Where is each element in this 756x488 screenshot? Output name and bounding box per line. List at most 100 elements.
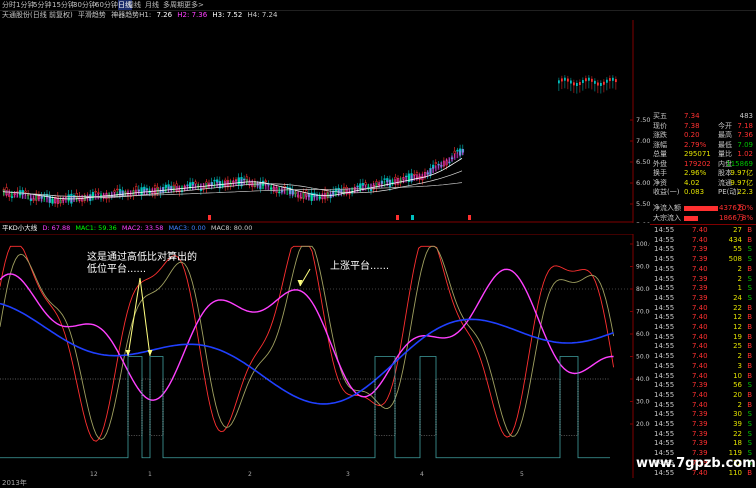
candle: [410, 168, 413, 184]
tick-direction: B: [747, 313, 752, 322]
candle: [116, 185, 119, 198]
ma-short-line: [2, 158, 463, 200]
low-platform-text-2: 低位平台......: [87, 264, 147, 275]
tick-direction: S: [747, 420, 752, 428]
tick-direction: B: [747, 400, 752, 409]
candle: [305, 188, 308, 200]
candle: [576, 80, 578, 94]
candle: [191, 178, 195, 191]
tick-volume: 10: [733, 371, 742, 380]
candle: [288, 183, 292, 199]
candle: [253, 178, 257, 189]
tick-row: 14:55 7.40 434 B: [650, 236, 756, 245]
tick-volume: 27: [733, 226, 742, 234]
candle: [453, 147, 456, 160]
tick-volume: 18: [733, 439, 742, 448]
tick-volume: 2: [737, 264, 742, 273]
tick-time: 14:55: [654, 400, 675, 409]
candle: [186, 181, 189, 191]
candle: [275, 185, 278, 197]
tick-row: 14:55 7.40 25 B: [650, 342, 756, 351]
quote-label: 涨跌: [653, 131, 667, 139]
candle: [35, 190, 38, 206]
candle: [27, 190, 30, 200]
candle: [18, 185, 22, 199]
quote-panel: 买五 7.34 483 现价 7.38 今开 7.18 涨跌 0.20 最高 7.36 涨幅 2.79%…: [650, 112, 756, 487]
price-axis-label: 5.50: [636, 200, 650, 208]
tick-direction: B: [747, 332, 752, 341]
period-tab[interactable]: 60分钟: [95, 0, 118, 10]
quote-label: 涨幅: [653, 140, 667, 149]
tick-volume: 2: [737, 352, 742, 361]
period-tab[interactable]: 周线: [127, 0, 141, 10]
candle: [426, 170, 429, 179]
tick-volume: 2: [737, 400, 742, 409]
candle: [570, 77, 572, 92]
kdj-mac8: MAC8: 80.00: [210, 224, 253, 232]
candle: [143, 184, 146, 196]
tick-price: 7.39: [692, 245, 708, 254]
period-tab[interactable]: 5分钟: [33, 0, 51, 10]
date-axis-label: 2: [248, 471, 252, 478]
tick-volume: 434: [728, 235, 742, 244]
tick-volume: 55: [733, 245, 742, 254]
period-tab[interactable]: 1分钟: [16, 0, 34, 10]
tick-row: 14:55 7.39 55 S: [650, 245, 756, 254]
period-tab[interactable]: 15分钟: [52, 0, 75, 10]
quote-row: 买五 7.34 483: [650, 112, 756, 121]
period-tab[interactable]: 多周期: [163, 0, 184, 10]
quote-value: 0.20: [684, 131, 700, 139]
candle: [434, 159, 438, 172]
tick-price: 7.40: [692, 361, 708, 370]
period-tab[interactable]: 30分钟: [73, 0, 96, 10]
indicator-axis-label: 80.00: [636, 286, 650, 293]
tick-direction: B: [747, 371, 752, 380]
tick-volume: 25: [733, 342, 742, 351]
candle: [245, 173, 249, 186]
quote-label: 现价: [653, 121, 667, 130]
tick-price: 7.39: [692, 420, 708, 428]
quote-row: 收益(一) 0.083 PE(动) 22.3: [650, 188, 756, 197]
tick-direction: B: [747, 264, 752, 273]
candle: [375, 179, 378, 193]
candle: [202, 182, 205, 193]
candle: [415, 170, 419, 182]
candle: [67, 190, 70, 206]
tick-price: 7.40: [692, 235, 708, 244]
flow-bar: [684, 215, 698, 221]
platform-dotted-line: [0, 378, 610, 436]
quote-label: 换手: [653, 169, 667, 177]
date-axis-label: 1: [148, 471, 152, 478]
tick-price: 7.39: [692, 284, 708, 293]
candle: [391, 177, 394, 187]
candle: [456, 147, 459, 159]
date-axis-label: 12: [90, 471, 98, 478]
tick-row: 14:55 7.39 24 S: [650, 294, 756, 303]
tick-price: 7.39: [692, 410, 708, 419]
kdj-info-line: 平KD小大线 D: 67.88 MAC1: 59.36 MAC2: 33.58 …: [2, 224, 255, 233]
candle: [48, 191, 51, 208]
candle: [91, 188, 95, 202]
tick-price: 7.40: [692, 323, 708, 331]
quote-value: 7.38: [684, 121, 700, 130]
candle: [609, 75, 611, 89]
period-tab[interactable]: 更多>: [184, 0, 204, 10]
tick-row: 14:55 7.40 22 B: [650, 304, 756, 313]
tick-price: 7.40: [692, 226, 708, 234]
candle: [37, 191, 41, 202]
tick-price: 7.39: [692, 274, 708, 283]
quote-label: 外盘: [653, 159, 667, 168]
signal-marker: [411, 215, 414, 220]
tick-time: 14:55: [654, 361, 675, 370]
candlestick-chart[interactable]: 7.50 7.00 6.50 6.00 5.50 5.00: [0, 20, 650, 223]
candle: [140, 183, 143, 200]
tick-direction: S: [747, 284, 752, 293]
candle: [429, 163, 432, 179]
candle: [340, 184, 343, 197]
candle: [167, 180, 170, 193]
period-tab[interactable]: 分时: [2, 0, 16, 10]
candle: [432, 160, 435, 174]
tick-time: 14:55: [654, 381, 675, 390]
period-tab[interactable]: 月线: [145, 0, 159, 10]
quote-label-2: PE(动): [718, 188, 740, 196]
